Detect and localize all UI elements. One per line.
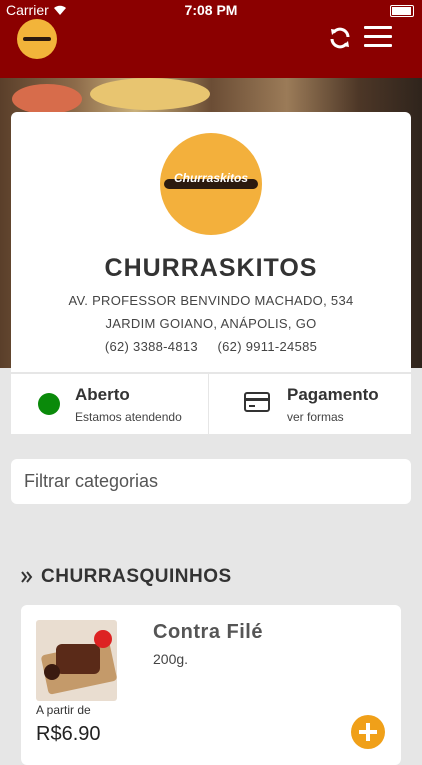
product-description: 200g. (153, 651, 189, 667)
product-card[interactable]: Contra Filé 200g. A partir de R$6.90 (21, 605, 401, 765)
credit-card-icon (244, 392, 270, 412)
refresh-icon[interactable] (328, 26, 352, 50)
open-status-subtitle: Estamos atendendo (75, 410, 182, 424)
payment-subtitle: ver formas (287, 410, 344, 424)
category-filter-input[interactable] (11, 459, 411, 504)
price-prefix: A partir de (36, 703, 91, 717)
phone-1[interactable]: (62) 3388-4813 (105, 339, 198, 354)
app-header: Carrier 7:08 PM (0, 0, 422, 78)
plus-icon[interactable] (351, 715, 385, 749)
store-address-line2: JARDIM GOIANO, ANÁPOLIS, GO (105, 316, 317, 331)
store-logo-small[interactable] (17, 19, 57, 59)
divider (208, 374, 209, 434)
store-logo: Churraskitos (160, 133, 262, 235)
store-info-row: Aberto Estamos atendendo Pagamento ver f… (11, 373, 411, 434)
section-header[interactable]: CHURRASQUINHOS (21, 566, 232, 588)
phone-2[interactable]: (62) 9911-24585 (218, 339, 318, 354)
logo-text: Churraskitos (173, 171, 249, 185)
open-status-dot (38, 393, 60, 415)
status-bar: Carrier 7:08 PM (0, 0, 422, 20)
store-address-line1: AV. PROFESSOR BENVINDO MACHADO, 534 (68, 293, 354, 308)
product-price: R$6.90 (36, 723, 101, 745)
battery-icon (390, 5, 414, 17)
product-image (36, 620, 117, 701)
section-title: CHURRASQUINHOS (41, 566, 232, 587)
payment-title: Pagamento (287, 385, 379, 404)
clock: 7:08 PM (184, 2, 238, 18)
double-chevron-right-icon (21, 571, 33, 583)
product-name: Contra Filé (153, 621, 263, 643)
open-status-title: Aberto (75, 385, 130, 404)
store-phones: (62) 3388-4813 (62) 9911-24585 (11, 339, 411, 354)
menu-icon[interactable] (364, 26, 392, 48)
store-name: CHURRASKITOS (104, 254, 318, 282)
